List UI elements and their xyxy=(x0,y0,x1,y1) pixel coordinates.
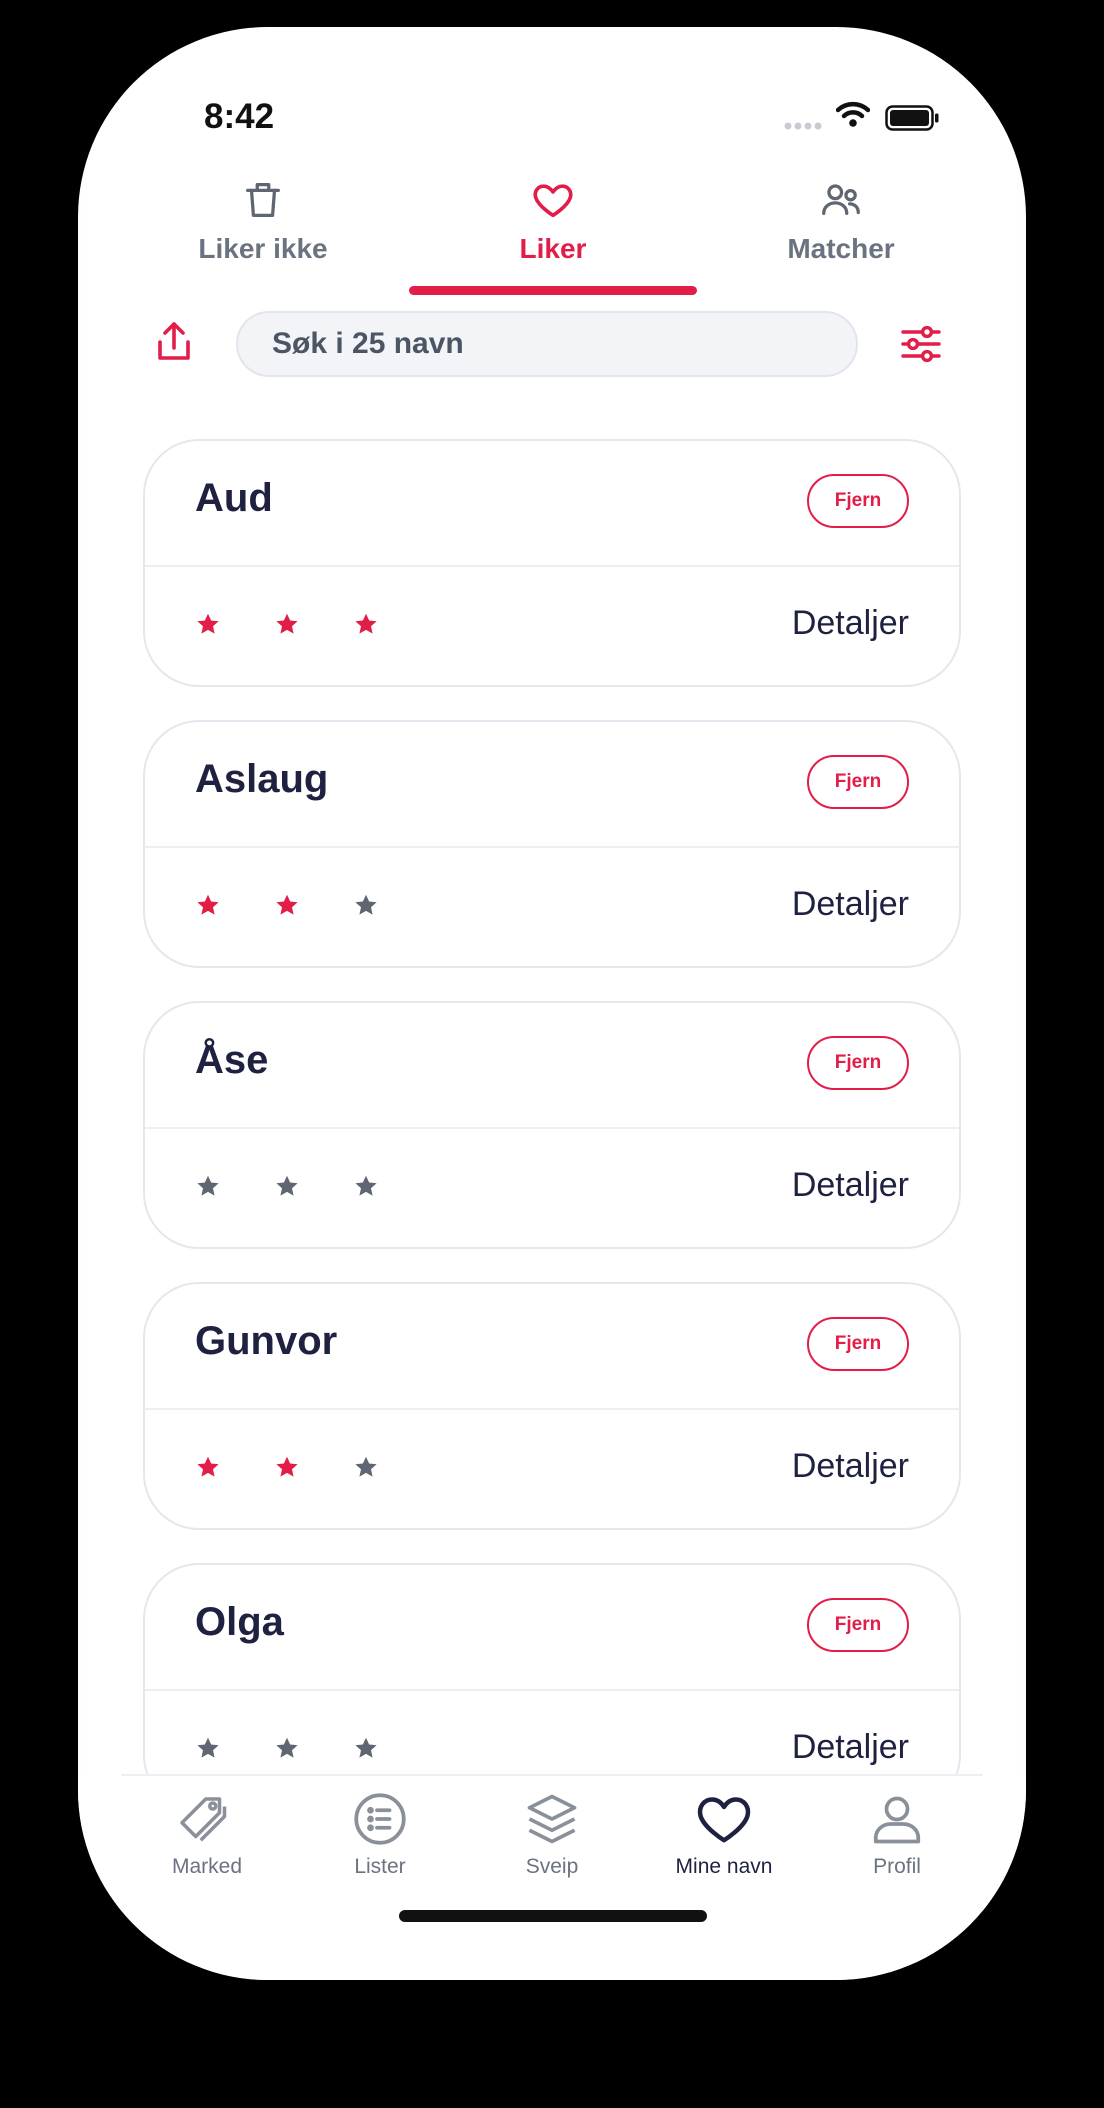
remove-button[interactable]: Fjern xyxy=(807,755,909,809)
nav-label: Sveip xyxy=(525,1855,579,1878)
star-icon[interactable] xyxy=(274,611,300,637)
name-card: Aslaug Fjern Detaljer xyxy=(143,720,961,968)
home-indicator xyxy=(399,1910,707,1922)
tab-label: Liker xyxy=(519,233,587,264)
details-link[interactable]: Detaljer xyxy=(792,1447,909,1486)
search-input[interactable] xyxy=(236,311,858,377)
star-icon[interactable] xyxy=(195,1735,221,1761)
star-icon[interactable] xyxy=(274,1454,300,1480)
name-title: Aud xyxy=(195,476,273,520)
star-icon[interactable] xyxy=(353,892,379,918)
tab-liker[interactable]: Liker xyxy=(423,177,683,297)
share-button[interactable] xyxy=(150,318,198,366)
share-icon xyxy=(158,322,190,360)
divider xyxy=(145,1127,959,1129)
details-link[interactable]: Detaljer xyxy=(792,885,909,924)
star-icon[interactable] xyxy=(195,1173,221,1199)
tab-matcher[interactable]: Matcher xyxy=(711,177,971,297)
wifi-icon xyxy=(836,101,870,127)
bottom-nav: Marked Lister Sveip Mine navn Profil xyxy=(78,1774,1026,1980)
nav-item-profil[interactable]: Profil xyxy=(822,1789,972,1879)
name-title: Aslaug xyxy=(195,757,329,801)
filter-button[interactable] xyxy=(897,320,945,368)
details-link[interactable]: Detaljer xyxy=(792,1166,909,1205)
tab-liker-ikke[interactable]: Liker ikke xyxy=(133,177,393,297)
battery-icon xyxy=(885,105,939,131)
star-icon[interactable] xyxy=(274,1735,300,1761)
name-title: Olga xyxy=(195,1600,284,1644)
star-icon[interactable] xyxy=(274,892,300,918)
list-icon xyxy=(354,1793,406,1845)
remove-button[interactable]: Fjern xyxy=(807,1598,909,1652)
star-icon[interactable] xyxy=(195,611,221,637)
layers-icon xyxy=(527,1794,577,1844)
star-icon[interactable] xyxy=(274,1173,300,1199)
star-icon[interactable] xyxy=(353,1173,379,1199)
remove-button[interactable]: Fjern xyxy=(807,474,909,528)
details-link[interactable]: Detaljer xyxy=(792,1728,909,1767)
tab-label: Liker ikke xyxy=(198,233,328,264)
name-card: Aud Fjern Detaljer xyxy=(143,439,961,687)
tab-label: Matcher xyxy=(787,233,895,264)
nav-item-lister[interactable]: Lister xyxy=(305,1789,455,1879)
name-card: Olga Fjern Detaljer xyxy=(143,1563,961,1774)
star-icon[interactable] xyxy=(353,1735,379,1761)
nav-item-marked[interactable]: Marked xyxy=(132,1789,282,1879)
sliders-icon xyxy=(901,325,941,363)
user-icon xyxy=(873,1796,921,1844)
divider xyxy=(145,846,959,848)
active-tab-indicator xyxy=(409,286,697,295)
signal-icon xyxy=(784,122,822,130)
name-title: Åse xyxy=(195,1038,269,1082)
nav-label: Lister xyxy=(354,1855,406,1878)
star-icon[interactable] xyxy=(195,1454,221,1480)
nav-label: Mine navn xyxy=(675,1855,773,1878)
name-card: Åse Fjern Detaljer xyxy=(143,1001,961,1249)
details-link[interactable]: Detaljer xyxy=(792,604,909,643)
divider xyxy=(145,1408,959,1410)
star-icon[interactable] xyxy=(353,1454,379,1480)
remove-button[interactable]: Fjern xyxy=(807,1036,909,1090)
nav-label: Marked xyxy=(171,1855,243,1878)
divider xyxy=(121,1774,983,1776)
nav-label: Profil xyxy=(873,1855,921,1878)
star-icon[interactable] xyxy=(353,611,379,637)
name-card: Gunvor Fjern Detaljer xyxy=(143,1282,961,1530)
people-icon xyxy=(822,184,860,216)
heart-icon xyxy=(533,184,573,218)
divider xyxy=(145,565,959,567)
name-title: Gunvor xyxy=(195,1319,338,1363)
nav-item-mine-navn[interactable]: Mine navn xyxy=(649,1789,799,1879)
nav-item-sveip[interactable]: Sveip xyxy=(477,1789,627,1879)
star-icon[interactable] xyxy=(195,892,221,918)
status-time: 8:42 xyxy=(204,97,275,136)
remove-button[interactable]: Fjern xyxy=(807,1317,909,1371)
name-list[interactable]: Aud Fjern Detaljer Aslaug Fjern Detaljer… xyxy=(78,412,1026,1774)
phone-screen: 8:42 Liker ikke Liker Matcher Søk i 25 n… xyxy=(78,27,1026,1980)
trash-icon xyxy=(246,183,280,217)
tag-icon xyxy=(180,1797,227,1842)
heart-icon xyxy=(697,1797,751,1843)
divider xyxy=(145,1689,959,1691)
